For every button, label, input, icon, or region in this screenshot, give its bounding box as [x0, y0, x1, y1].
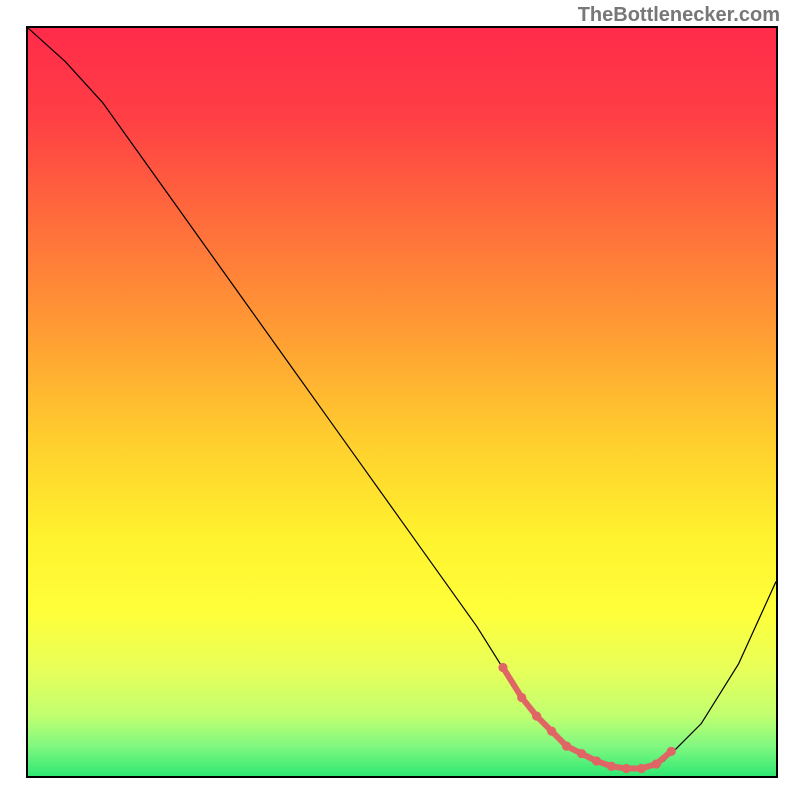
chart-frame	[26, 26, 778, 778]
chart-plot-area	[28, 28, 776, 776]
watermark-text: TheBottlenecker.com	[578, 4, 780, 27]
chart-svg	[28, 28, 776, 776]
chart-background	[28, 28, 776, 776]
